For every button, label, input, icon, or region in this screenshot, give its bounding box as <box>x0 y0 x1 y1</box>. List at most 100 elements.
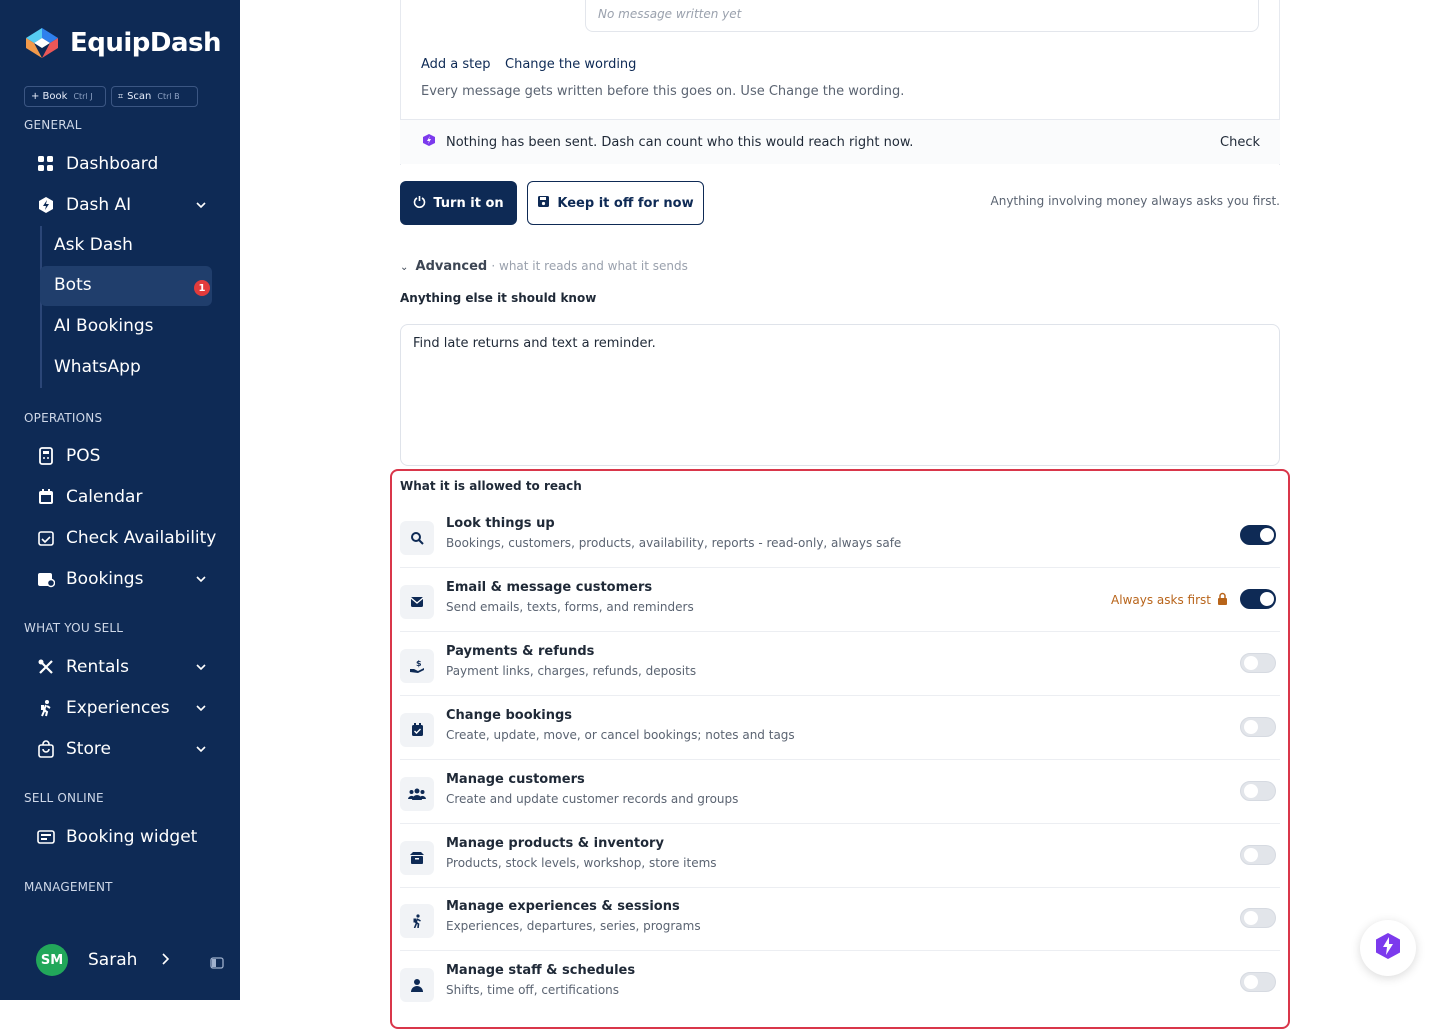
chevron-down-icon[interactable] <box>194 741 208 761</box>
permission-row-look-up: Look things up Bookings, customers, prod… <box>400 504 1280 568</box>
permission-title: Manage staff & schedules <box>446 963 636 978</box>
svg-text:$: $ <box>416 659 422 668</box>
sidebar-item-ai-bookings[interactable]: AI Bookings <box>54 316 154 336</box>
sidebar-item-ask-dash[interactable]: Ask Dash <box>54 235 133 255</box>
person-icon <box>400 968 434 1002</box>
section-operations: OPERATIONS <box>24 411 103 425</box>
box-icon <box>400 841 434 875</box>
users-icon <box>400 777 434 811</box>
check-reach-button[interactable]: Check <box>1220 135 1260 150</box>
reach-banner: Nothing has been sent. Dash can count wh… <box>400 119 1280 164</box>
sidebar-item-calendar[interactable]: Calendar <box>36 480 220 514</box>
permission-desc: Shifts, time off, certifications <box>446 983 620 997</box>
envelope-icon <box>400 585 434 619</box>
keep-off-button[interactable]: Keep it off for now <box>527 181 704 225</box>
hiker-icon <box>400 904 434 938</box>
turn-on-button[interactable]: Turn it on <box>400 181 517 225</box>
banner-text: Nothing has been sent. Dash can count wh… <box>446 134 914 150</box>
instructions-textarea[interactable]: Find late returns and text a reminder. <box>400 324 1280 466</box>
always-asks-badge: Always asks first <box>1111 592 1228 608</box>
sidebar-item-booking-widget[interactable]: Booking widget <box>36 820 220 854</box>
sidebar-item-dash-ai[interactable]: Dash AI <box>36 188 220 222</box>
chevron-down-icon[interactable] <box>194 700 208 720</box>
sidebar-item-rentals[interactable]: Rentals <box>36 650 220 684</box>
sidebar-item-label: POS <box>66 446 101 466</box>
hand-dollar-icon: $ <box>400 649 434 683</box>
permission-title: Payments & refunds <box>446 644 595 659</box>
grid-icon <box>36 155 56 173</box>
sidebar-item-label: Store <box>66 739 111 759</box>
permission-desc: Payment links, charges, refunds, deposit… <box>446 664 697 678</box>
permission-toggle[interactable] <box>1240 781 1276 801</box>
avatar: SM <box>36 944 68 976</box>
tools-icon <box>36 658 56 676</box>
permission-desc: Create and update customer records and g… <box>446 792 739 806</box>
money-hint: Anything involving money always asks you… <box>990 194 1281 208</box>
chevron-down-icon[interactable] <box>194 659 208 679</box>
sidebar-item-bots[interactable]: Bots <box>54 275 92 295</box>
sidebar-item-bookings[interactable]: Bookings <box>36 562 220 596</box>
hexagon-bolt-icon <box>1375 932 1401 964</box>
permission-desc: Send emails, texts, forms, and reminders <box>446 600 694 614</box>
sidebar-item-check-availability[interactable]: Check Availability <box>36 521 220 555</box>
scan-icon: ⌗ <box>118 91 124 102</box>
permission-desc: Bookings, customers, products, availabil… <box>446 536 902 550</box>
instructions-label: Anything else it should know <box>400 291 597 305</box>
chevron-down-icon[interactable] <box>194 197 208 217</box>
sidebar-item-label: Dash AI <box>66 195 132 215</box>
user-menu[interactable]: SM Sarah <box>36 944 171 976</box>
advanced-toggle[interactable]: ⌄ Advanced · what it reads and what it s… <box>400 259 688 274</box>
quick-scan-button[interactable]: ⌗ Scan Ctrl B <box>111 86 198 107</box>
permission-toggle[interactable] <box>1240 908 1276 928</box>
sidebar-item-dashboard[interactable]: Dashboard <box>36 147 220 181</box>
submenu-line <box>40 226 42 388</box>
sidebar-item-experiences[interactable]: Experiences <box>36 691 220 725</box>
quick-book-button[interactable]: + Book Ctrl J <box>24 86 106 107</box>
save-icon <box>537 195 550 212</box>
calendar-gear-icon <box>36 570 56 588</box>
dash-ai-fab[interactable] <box>1360 920 1416 976</box>
permission-row-staff: Manage staff & schedules Shifts, time of… <box>400 951 1280 1015</box>
permission-desc: Products, stock levels, workshop, store … <box>446 856 717 870</box>
section-what-you-sell: WHAT YOU SELL <box>24 621 124 635</box>
user-name: Sarah <box>88 950 138 970</box>
chevron-right-icon <box>159 951 171 970</box>
brand-logo[interactable]: EquipDash <box>24 26 222 60</box>
add-step-link[interactable]: Add a step <box>421 57 491 72</box>
sidebar-item-label: Booking widget <box>66 827 198 847</box>
permission-toggle[interactable] <box>1240 717 1276 737</box>
sidebar-item-store[interactable]: Store <box>36 732 220 766</box>
chevron-down-icon[interactable] <box>194 571 208 591</box>
calendar-icon <box>36 488 56 506</box>
sidebar-item-whatsapp[interactable]: WhatsApp <box>54 357 141 377</box>
permission-desc: Create, update, move, or cancel bookings… <box>446 728 795 742</box>
advanced-label: Advanced <box>415 259 488 274</box>
search-icon <box>400 521 434 555</box>
sidebar-item-pos[interactable]: POS <box>36 439 220 473</box>
sidebar-item-label: Bookings <box>66 569 144 589</box>
power-icon <box>413 195 426 212</box>
permission-row-products: Manage products & inventory Products, st… <box>400 824 1280 888</box>
wording-note: Every message gets written before this g… <box>421 84 905 99</box>
permission-title: Change bookings <box>446 708 573 723</box>
widget-icon <box>36 828 56 846</box>
message-preview-field[interactable]: No message written yet <box>585 0 1259 32</box>
shopping-bag-icon <box>36 740 56 758</box>
change-wording-link[interactable]: Change the wording <box>505 57 636 72</box>
permission-title: Manage customers <box>446 772 585 787</box>
turn-on-label: Turn it on <box>433 195 504 211</box>
section-general: GENERAL <box>24 118 82 132</box>
hexagon-bolt-icon <box>36 196 56 214</box>
permission-toggle[interactable] <box>1240 845 1276 865</box>
permission-toggle[interactable] <box>1240 589 1276 609</box>
permission-toggle[interactable] <box>1240 653 1276 673</box>
permissions-title: What it is allowed to reach <box>400 479 582 493</box>
permission-title: Manage products & inventory <box>446 836 664 851</box>
permission-row-payments: $ Payments & refunds Payment links, char… <box>400 632 1280 696</box>
permission-row-bookings: Change bookings Create, update, move, or… <box>400 696 1280 760</box>
permission-toggle[interactable] <box>1240 972 1276 992</box>
permission-toggle[interactable] <box>1240 525 1276 545</box>
collapse-sidebar-icon[interactable] <box>210 954 224 973</box>
section-management: MANAGEMENT <box>24 880 113 894</box>
permission-row-customers: Manage customers Create and update custo… <box>400 760 1280 824</box>
